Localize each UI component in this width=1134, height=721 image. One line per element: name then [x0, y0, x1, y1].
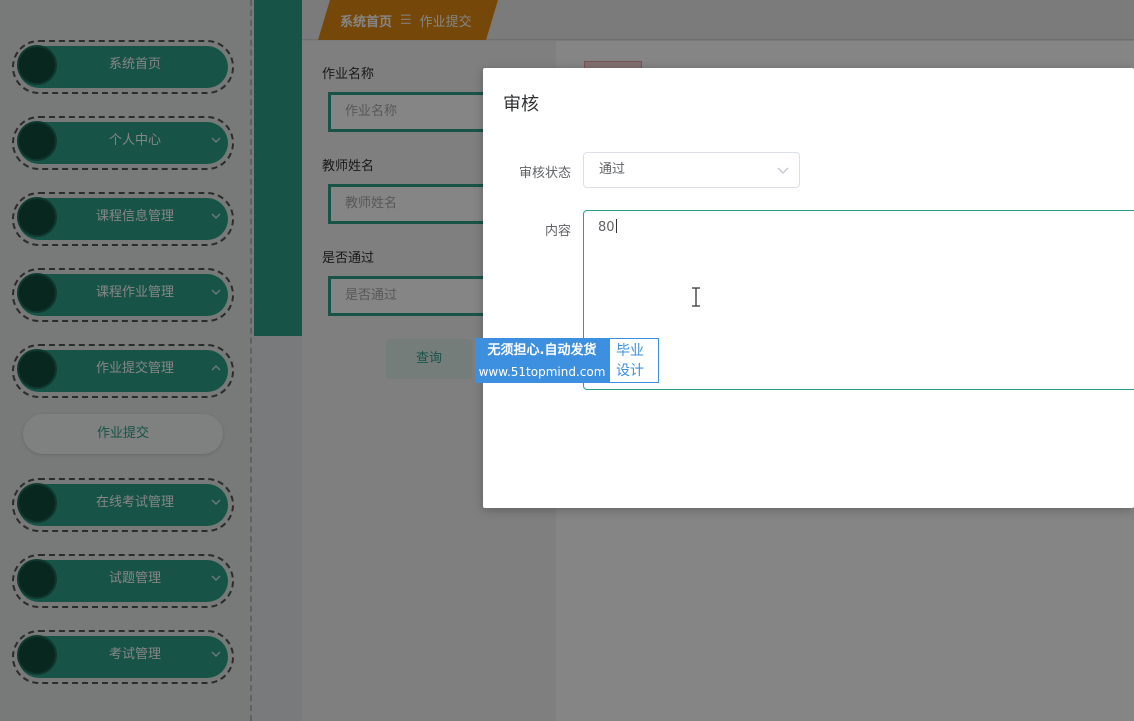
- text-cursor-icon: [692, 287, 700, 307]
- watermark-slogan: 无须担心.自动发货: [487, 343, 597, 358]
- watermark-url: www.51topmind.com: [478, 365, 606, 379]
- review-status-select[interactable]: 通过: [583, 152, 800, 188]
- content-label: 内容: [544, 224, 571, 239]
- review-status-value: 通过: [599, 162, 626, 177]
- dialog-title: 审核: [503, 94, 539, 115]
- watermark-badge-line1: 毕业: [616, 343, 644, 359]
- content-textarea[interactable]: 80: [583, 210, 1134, 390]
- chevron-down-icon: [777, 167, 789, 174]
- watermark: 无须担心.自动发货 www.51topmind.com 毕业 设计: [475, 338, 659, 383]
- review-status-label: 审核状态: [518, 166, 571, 181]
- watermark-badge-line2: 设计: [616, 363, 644, 379]
- text-caret: [615, 219, 617, 233]
- content-text: 80: [598, 220, 615, 235]
- review-dialog: 审核 审核状态 通过 内容 80: [483, 68, 1134, 508]
